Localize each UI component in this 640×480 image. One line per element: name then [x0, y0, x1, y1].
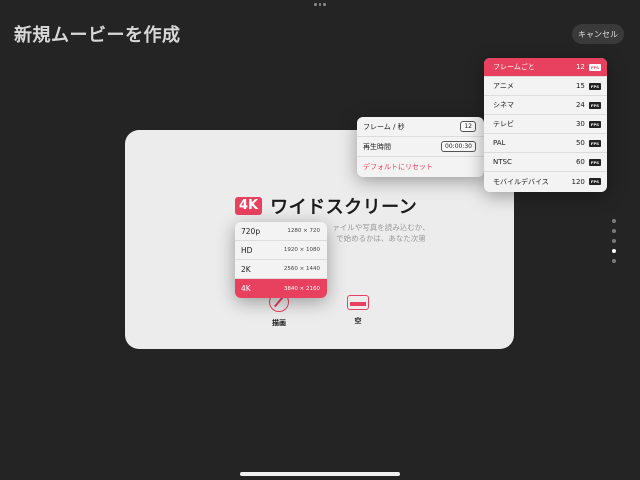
- resolution-label: 720p: [241, 226, 261, 236]
- resolution-option-2k[interactable]: 2K 2560 × 1440: [235, 260, 327, 279]
- resolution-dimensions: 1920 × 1080: [283, 247, 320, 253]
- duration-value[interactable]: 00:00:30: [441, 141, 476, 152]
- fps-option[interactable]: モバイルデバイス 120 FPS: [484, 172, 607, 191]
- page-dot-active[interactable]: [612, 249, 616, 253]
- fps-option[interactable]: フレームごと 12 FPS: [484, 58, 607, 77]
- multitasking-dots-icon[interactable]: [314, 3, 327, 7]
- preset-name: ワイドスクリーン: [270, 197, 418, 218]
- fps-option-label: モバイルデバイス: [493, 177, 549, 186]
- resolution-menu: 720p 1280 × 720 HD 1920 × 1080 2K 2560 ×…: [235, 222, 327, 298]
- fps-menu: フレームごと 12 FPS アニメ 15 FPS シネマ 24 FPS テレビ …: [484, 58, 607, 192]
- page-dot[interactable]: [612, 239, 616, 243]
- fps-tag: FPS: [588, 120, 601, 128]
- page-title: 新規ムービーを作成: [14, 25, 181, 46]
- fps-option-label: PAL: [493, 139, 506, 147]
- fps-option-label: シネマ: [493, 101, 514, 109]
- resolution-option-hd[interactable]: HD 1920 × 1080: [235, 241, 327, 260]
- resolution-option-4k[interactable]: 4K 3840 × 2160: [235, 279, 327, 298]
- duration-label: 再生時間: [363, 142, 391, 151]
- resolution-label: HD: [241, 245, 253, 255]
- frame-rate-row[interactable]: フレーム / 秒 12: [357, 117, 484, 137]
- canvas-settings-menu: フレーム / 秒 12 再生時間 00:00:30 デフォルトにリセット: [357, 117, 484, 177]
- fps-option[interactable]: シネマ 24 FPS: [484, 96, 607, 115]
- fps-option-label: アニメ: [493, 82, 514, 90]
- fps-tag: FPS: [588, 158, 601, 166]
- resolution-label: 2K: [241, 264, 251, 274]
- frame-rate-value[interactable]: 12: [460, 121, 476, 132]
- resolution-dimensions: 3840 × 2160: [283, 285, 320, 292]
- draw-mode-label: 描画: [272, 319, 286, 327]
- fps-option-value: 15: [575, 82, 585, 90]
- fps-tag: FPS: [588, 139, 601, 147]
- page-dot[interactable]: [612, 229, 616, 233]
- fps-option-label: NTSC: [493, 158, 512, 166]
- fps-tag: FPS: [588, 178, 601, 185]
- fps-option-label: テレビ: [493, 120, 514, 128]
- fps-option[interactable]: PAL 50 FPS: [484, 134, 607, 153]
- fps-option-value: 30: [575, 120, 585, 128]
- page-indicator[interactable]: [612, 219, 616, 263]
- fps-option-value: 24: [575, 101, 585, 109]
- resolution-dimensions: 2560 × 1440: [283, 266, 320, 272]
- fps-tag: FPS: [588, 63, 601, 71]
- fps-option[interactable]: テレビ 30 FPS: [484, 115, 607, 134]
- page-dot[interactable]: [612, 259, 616, 263]
- fps-option-value: 120: [571, 177, 585, 186]
- empty-canvas-icon: [347, 295, 369, 310]
- resolution-label: 4K: [241, 284, 251, 293]
- resolution-dimensions: 1280 × 720: [287, 228, 320, 234]
- fps-tag: FPS: [588, 101, 601, 109]
- fps-option-label: フレームごと: [493, 63, 535, 71]
- page-dot[interactable]: [612, 219, 616, 223]
- fps-option-value: 60: [575, 158, 585, 166]
- cancel-button[interactable]: キャンセル: [572, 24, 624, 44]
- frame-rate-label: フレーム / 秒: [363, 122, 405, 131]
- duration-row[interactable]: 再生時間 00:00:30: [357, 137, 484, 157]
- home-indicator[interactable]: [240, 472, 400, 476]
- fps-tag: FPS: [588, 82, 601, 90]
- resolution-badge: 4K: [235, 197, 263, 215]
- fps-option[interactable]: アニメ 15 FPS: [484, 77, 607, 96]
- empty-mode-label: 空: [354, 317, 362, 325]
- empty-mode-button[interactable]: 空: [347, 292, 369, 326]
- resolution-option-720p[interactable]: 720p 1280 × 720: [235, 222, 327, 241]
- reset-defaults-button[interactable]: デフォルトにリセット: [357, 157, 484, 177]
- fps-option-value: 50: [575, 139, 585, 147]
- preset-title: 4K ワイドスクリーン: [235, 193, 417, 219]
- fps-option-value: 12: [575, 63, 585, 71]
- fps-option[interactable]: NTSC 60 FPS: [484, 153, 607, 172]
